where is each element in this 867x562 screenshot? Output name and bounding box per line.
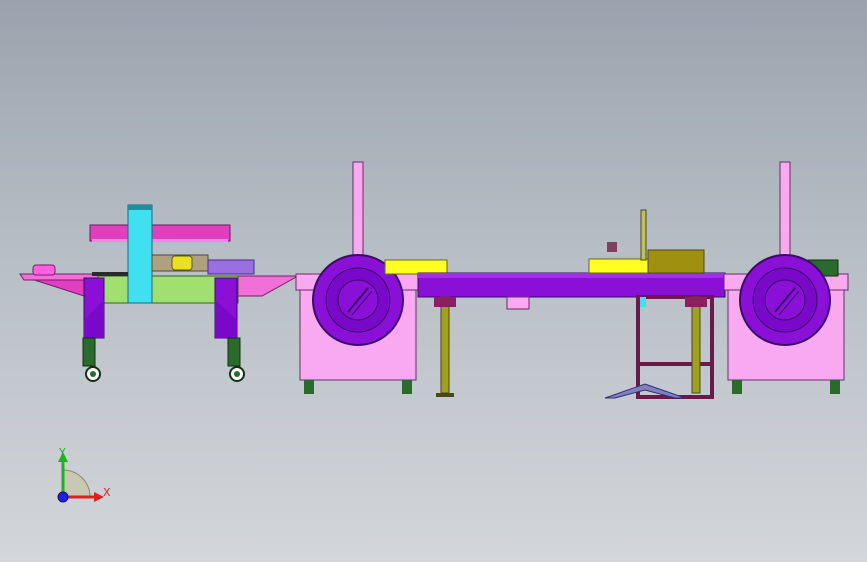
bracket-right xyxy=(685,297,707,307)
olive-panel xyxy=(647,249,705,274)
center-column xyxy=(127,204,153,304)
bracket-left xyxy=(434,297,456,307)
sensor-post xyxy=(640,209,647,261)
stand-crossbar xyxy=(638,362,712,366)
conveyor[interactable] xyxy=(417,209,726,399)
triad-arc xyxy=(62,469,91,498)
axis-triad: Y X xyxy=(57,446,111,503)
pink-tab xyxy=(506,296,530,310)
violet-box xyxy=(207,259,255,275)
assembly-drawing[interactable]: Y X xyxy=(0,0,867,562)
conveyor-foot-left xyxy=(436,393,454,397)
right-foot-1 xyxy=(732,380,742,394)
left-foot-1 xyxy=(304,380,314,394)
outfeed-table xyxy=(235,275,300,297)
left-foot-2 xyxy=(402,380,412,394)
strapping-machine-right[interactable] xyxy=(723,161,849,394)
right-caster-post xyxy=(227,337,241,367)
cyan-fitting xyxy=(640,297,646,307)
conveyor-leg-left xyxy=(440,296,450,394)
pink-block xyxy=(32,264,56,276)
cad-viewport[interactable]: Y X xyxy=(0,0,867,562)
stand xyxy=(636,295,714,399)
z-axis-dot xyxy=(57,491,69,503)
sensor-head xyxy=(607,242,617,252)
top-head xyxy=(89,224,231,242)
yellow-guide xyxy=(384,259,448,275)
conveyor-leg-right xyxy=(691,296,701,394)
y-axis-label: Y xyxy=(58,446,66,459)
top-head-rail xyxy=(92,239,228,242)
tape-roll xyxy=(171,255,193,271)
left-caster-post xyxy=(82,337,96,367)
conveyor-top xyxy=(418,273,725,278)
case-sealer[interactable] xyxy=(19,204,300,382)
dark-plate xyxy=(92,272,128,276)
x-axis-label: X xyxy=(103,486,111,499)
column-cap xyxy=(128,205,152,210)
right-foot-2 xyxy=(830,380,840,394)
